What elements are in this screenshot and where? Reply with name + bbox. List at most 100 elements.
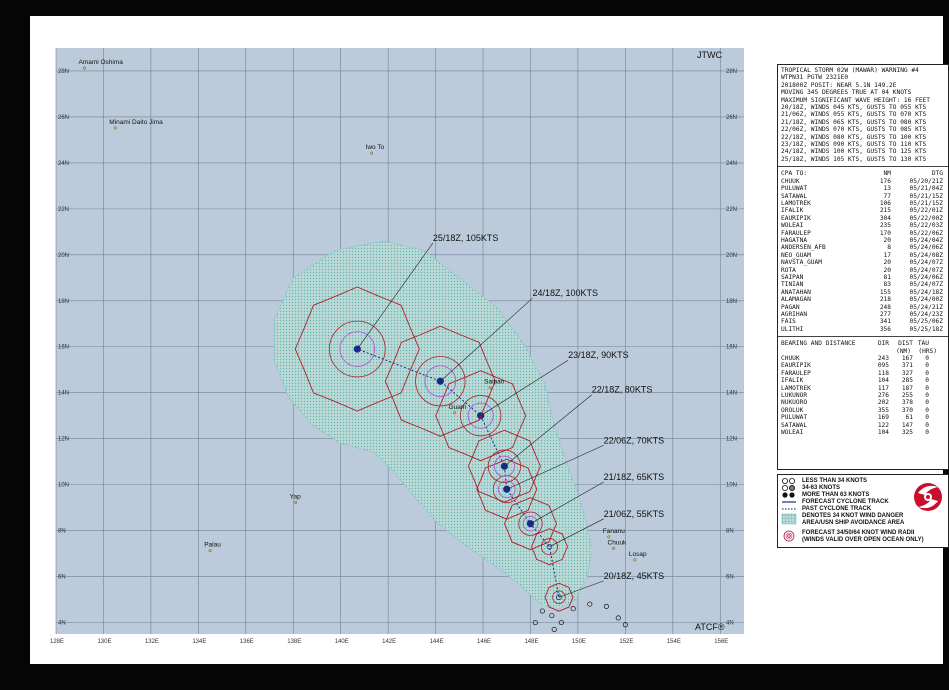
legend-item-danger: DENOTES 34 KNOT WIND DANGER [802,513,904,519]
cpa-row: NAVSTA_GUAM 20 05/24/07Z [781,259,943,267]
bearing-row: LUKUNOR 276 255 0 [781,392,929,400]
lat-tick-label: 6N [58,575,66,581]
bearing-row: CHUUK 243 167 0 [781,355,929,363]
cpa-row: FAIS 341 05/25/06Z [781,318,943,326]
cpa-row: ANDERSEN_AFB 8 05/24/06Z [781,244,943,252]
cpa-row: WOLEAI 235 05/22/03Z [781,222,943,230]
island-marker [82,66,86,70]
warning-line: 21/18Z, WINDS 065 KTS, GUSTS TO 080 KTS [781,118,927,126]
legend-item-gt63: MORE THAN 63 KNOTS [802,492,870,498]
bearing-header: BEARING AND DISTANCE DIR DIST TAU [781,340,929,348]
legend-item-past-track: PAST CYCLONE TRACK [802,506,872,512]
bearing-row: IFALIK 104 285 0 [781,377,929,385]
bearing-row: PULUWAT 169 61 0 [781,414,929,422]
cpa-row: PAGAN 248 05/24/21Z [781,303,943,311]
lat-tick-label: 28N [58,69,69,75]
bearing-row: NUKUORO 202 378 0 [781,399,929,407]
cpa-row: HAGATNA 20 05/24/04Z [781,236,943,244]
cpa-row: ANATAHAN 155 05/24/18Z [781,288,943,296]
legend-item-radii: FORECAST 34/50/64 KNOT WIND RADII [802,530,915,536]
cpa-row: ULITHI 356 05/25/18Z [781,325,943,333]
lat-tick-label: 8N [58,529,66,535]
warning-line: WTPN31 PGTW 2321E0 [781,74,849,82]
lat-tick-label-right: 18N [726,299,737,305]
forecast-label: 25/18Z, 105KTS [433,233,499,243]
forecast-label: 21/18Z, 65KTS [604,472,665,482]
lon-tick-label: 144E [430,639,444,645]
cpa-table: CHUUK 176 05/20/21Z PULUWAT 13 05/21/04Z SATAW… [781,178,945,334]
lon-tick-label: 156E [714,639,728,645]
island-marker [633,558,637,562]
forecast-position-marker [353,345,361,353]
warning-line: MAXIMUM SIGNIFICANT WAVE HEIGHT: 16 FEET [781,96,931,104]
bearing-row: SATAWAL 122 147 0 [781,421,929,429]
warning-line: 25/18Z, WINDS 105 KTS, GUSTS TO 130 KTS [781,155,927,163]
island-marker [612,546,616,550]
lat-tick-label: 18N [58,299,69,305]
lat-tick-label-right: 10N [726,483,737,489]
map-frame: 20/18Z, 45KTS 21/06Z, 55KTS 21/18Z, 65KTS 2… [30,16,949,664]
lon-tick-label: 128E [50,639,64,645]
place-label: Yap [290,493,301,500]
island-marker [113,126,117,130]
island-marker [370,151,374,155]
island-marker [294,500,298,504]
lat-tick-label-right: 24N [726,161,737,167]
place-label: Chuuk [608,539,628,546]
lon-tick-label: 142E [382,639,396,645]
lon-tick-label: 132E [145,639,159,645]
lon-tick-label: 130E [97,639,111,645]
cpa-row: EAURIPIK 304 05/22/00Z [781,214,943,222]
warning-line: 23/18Z, WINDS 090 KTS, GUSTS TO 110 KTS [781,141,927,149]
warning-line: 201800Z POSIT: NEAR 5.1N 149.2E [781,81,897,89]
warning-text: TROPICAL STORM 02W (MAWAR) WARNING #4 WTP… [781,67,945,163]
warning-line: 24/18Z, WINDS 100 KTS, GUSTS TO 125 KTS [781,148,927,156]
lat-tick-label: 16N [58,345,69,351]
cpa-row: PULUWAT 13 05/21/04Z [781,185,943,193]
forecast-label: 24/18Z, 100KTS [532,288,598,298]
jtwc-logo [914,483,942,511]
lat-tick-label: 12N [58,437,69,443]
cpa-row: LAMOTREK 106 05/21/15Z [781,199,943,207]
bearing-row: EAURIPIK 095 371 0 [781,362,929,370]
island-marker [488,386,492,390]
lat-tick-label-right: 28N [726,69,737,75]
cpa-row: CHUUK 176 05/20/21Z [781,177,943,185]
lat-tick-label-right: 14N [726,391,737,397]
place-label: Losap [629,551,647,558]
lat-tick-label-right: 8N [726,529,734,535]
bearing-row: OROLUK 355 370 0 [781,406,929,414]
place-label: Guam [449,404,467,411]
lat-tick-label: 24N [58,161,69,167]
legend-item-lt34: LESS THAN 34 KNOTS [802,478,868,484]
cpa-row: SAIPAN 81 05/24/06Z [781,273,943,281]
cpa-row: IFALIK 215 05/22/01Z [781,207,943,215]
cpa-row: NEO_GUAM 17 05/24/08Z [781,251,943,259]
bearing-row: WOLEAI 104 325 0 [781,429,929,437]
lat-tick-label: 20N [58,253,69,259]
lon-tick-label: 138E [287,639,301,645]
place-label: Fananu [603,528,625,535]
warning-line: 21/06Z, WINDS 055 KTS, GUSTS TO 070 KTS [781,111,927,119]
lon-tick-label: 152E [619,639,633,645]
cpa-row: SATAWAL 77 05/21/15Z [781,192,943,200]
lon-tick-label: 154E [667,639,681,645]
warning-panel: TROPICAL STORM 02W (MAWAR) WARNING #4 WTP… [777,64,949,470]
forecast-label: 21/06Z, 55KTS [604,509,665,519]
lon-tick-label: 136E [240,639,254,645]
forecast-label: 22/06Z, 70KTS [604,435,665,445]
lat-tick-label-right: 16N [726,345,737,351]
lon-tick-label: 148E [524,639,538,645]
cpa-row: TINIAN 83 05/24/07Z [781,281,943,289]
legend: LESS THAN 34 KNOTS 34-63 KNOTS MORE THAN… [777,474,949,548]
lon-tick-label: 146E [477,639,491,645]
warning-line: 20/18Z, WINDS 045 KTS, GUSTS TO 055 KTS [781,104,927,112]
forecast-label: 23/18Z, 90KTS [568,350,629,360]
forecast-position-marker [500,462,508,470]
cpa-row: AGRIHAN 277 05/24/23Z [781,311,943,318]
forecast-position-marker [526,520,535,528]
bearing-row: FARAULEP 118 327 0 [781,369,929,377]
lat-tick-label-right: 12N [726,437,737,443]
lat-tick-label-right: 22N [726,207,737,213]
warning-line: 22/18Z, WINDS 080 KTS, GUSTS TO 100 KTS [781,133,927,141]
